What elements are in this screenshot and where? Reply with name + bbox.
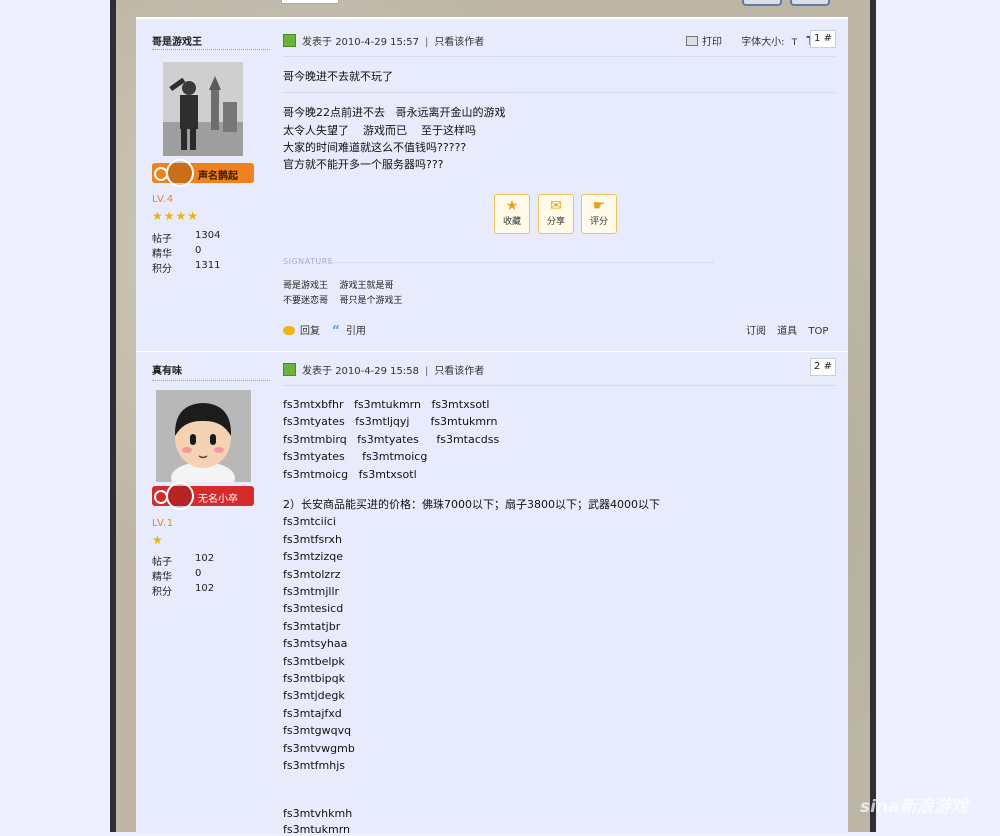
stat-posts: 帖子 102	[152, 553, 215, 568]
post-line: 太令人失望了 游戏而已 至于这样吗	[283, 124, 476, 137]
font-small-button[interactable]: T	[792, 38, 798, 48]
stat-digest: 精华 0	[152, 568, 202, 583]
signature-label: SIGNATURE	[283, 257, 334, 266]
only-author-link[interactable]: 只看该作者	[434, 366, 484, 377]
post-time: 2010-4-29 15:57	[335, 37, 419, 48]
floor-number[interactable]: 2 #	[810, 358, 836, 376]
post-footer-tools: 订阅 道具 TOP	[746, 322, 828, 337]
document-icon	[283, 363, 296, 376]
avatar[interactable]	[163, 62, 243, 156]
seal-icon	[166, 159, 194, 187]
rank-badge: 无名小卒	[152, 482, 254, 510]
print-button[interactable]: 打印	[702, 37, 722, 48]
signature-line: 哥是游戏王 游戏王就是哥	[283, 281, 394, 291]
post-line: fs3mtukmrn	[283, 823, 350, 836]
favorite-button[interactable]: ★ 收藏	[494, 194, 530, 234]
post-line: fs3mtatjbr	[283, 620, 341, 633]
post-line: fs3mtolzrz	[283, 568, 341, 581]
share-icon: ✉	[550, 198, 562, 214]
reply-button[interactable]: 回复	[283, 322, 320, 337]
rank-label: 声名鹊起	[198, 171, 238, 182]
quote-icon: “	[332, 323, 340, 337]
post-line: fs3mtfsrxh	[283, 533, 342, 546]
page-jump-input[interactable]	[281, 0, 339, 4]
post-tools: 打印 字体大小: T T	[686, 33, 815, 48]
divider	[330, 262, 713, 263]
divider	[283, 56, 836, 57]
post-line: 大家的时间难道就这么不值钱吗?????	[283, 141, 467, 154]
stat-posts: 帖子 1304	[152, 230, 221, 245]
top-nav-button[interactable]	[790, 0, 830, 6]
signature-line: 不要迷恋哥 哥只是个游戏王	[283, 296, 403, 306]
only-author-link[interactable]: 只看该作者	[434, 37, 484, 48]
printer-icon	[686, 36, 698, 46]
post-line: fs3mtzizqe	[283, 550, 343, 563]
star-icon: ★	[152, 533, 163, 547]
sina-watermark: sina新浪游戏	[860, 797, 968, 817]
floor-number[interactable]: 1 #	[810, 30, 836, 48]
user-level: LV.4	[152, 194, 174, 205]
share-button[interactable]: ✉ 分享	[538, 194, 574, 234]
star-icon: ★	[175, 209, 187, 223]
post-line: fs3mtajfxd	[283, 707, 342, 720]
post-line: 官方就不能开多一个服务器吗???	[283, 158, 444, 171]
user-level: LV.1	[152, 518, 174, 529]
seal-icon	[166, 482, 194, 510]
stat-digest: 精华 0	[152, 245, 202, 260]
post-line: fs3mtsyhaa	[283, 637, 348, 650]
post-line: fs3mtjdegk	[283, 689, 345, 702]
post-line: fs3mtvhkmh	[283, 807, 353, 820]
divider	[152, 49, 270, 50]
subscribe-link[interactable]: 订阅	[746, 326, 766, 337]
post-line: fs3mtesicd	[283, 602, 344, 615]
stat-points: 积分 102	[152, 583, 215, 598]
star-rating: ★★★★	[152, 209, 199, 223]
post-separator	[136, 351, 848, 352]
font-size-label: 字体大小:	[741, 37, 785, 48]
post-line: 哥今晚22点前进不去 哥永远离开金山的游戏	[283, 106, 506, 119]
post-line: fs3mtmoicg fs3mtxsotl	[283, 468, 417, 481]
post-line: fs3mtbipqk	[283, 672, 346, 685]
post-line: 哥今晚进不去就不玩了	[283, 70, 393, 83]
quote-button[interactable]: “引用	[332, 322, 366, 337]
star-rating: ★	[152, 533, 164, 547]
post-line: fs3mtfmhjs	[283, 759, 345, 772]
reply-icon	[283, 326, 295, 335]
back-to-top-link[interactable]: TOP	[808, 326, 828, 337]
post-time: 2010-4-29 15:58	[335, 366, 419, 377]
author-name[interactable]: 真有味	[152, 362, 182, 377]
author-name[interactable]: 哥是游戏王	[152, 33, 202, 48]
stat-points: 积分 1311	[152, 260, 221, 275]
rate-button[interactable]: ☛ 评分	[581, 194, 617, 234]
post-line: fs3mtmbirq fs3mtyates fs3mtacdss	[283, 433, 500, 446]
star-icon: ★	[152, 209, 163, 223]
post-line: 2）长安商品能买进的价格：佛珠7000以下；扇子3800以下；武器4000以下	[283, 498, 660, 511]
post-line: fs3mtyates fs3mtljqyj fs3mtukmrn	[283, 415, 498, 428]
star-icon: ★	[505, 198, 519, 214]
avatar[interactable]	[156, 390, 251, 482]
star-icon: ★	[163, 209, 175, 223]
tools-link[interactable]: 道具	[777, 326, 797, 337]
post-line: fs3mtyates fs3mtmoicg	[283, 450, 428, 463]
rate-icon: ☛	[592, 198, 606, 214]
divider	[152, 380, 270, 381]
top-nav-button[interactable]	[742, 0, 782, 6]
post-line: fs3mtbelpk	[283, 655, 345, 668]
post-line: fs3mtvwgmb	[283, 742, 355, 755]
post-meta: 发表于 2010-4-29 15:57 | 只看该作者	[283, 33, 484, 48]
post-line: fs3mtmjllr	[283, 585, 340, 598]
post-line: fs3mtciici	[283, 515, 336, 528]
star-icon: ★	[187, 209, 199, 223]
post-line: fs3mtgwqvq	[283, 724, 352, 737]
rank-badge: 声名鹊起	[152, 159, 254, 187]
divider	[283, 92, 836, 93]
divider	[283, 385, 836, 386]
rank-label: 无名小卒	[198, 494, 238, 505]
post-line: fs3mtxbfhr fs3mtukmrn fs3mtxsotl	[283, 398, 490, 411]
post-meta: 发表于 2010-4-29 15:58 | 只看该作者	[283, 362, 484, 377]
document-icon	[283, 34, 296, 47]
